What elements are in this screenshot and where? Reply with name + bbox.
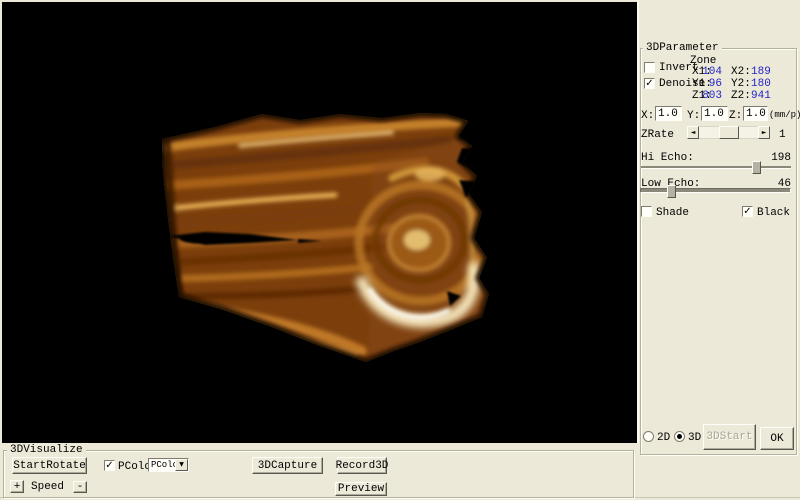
mode-2d-label: 2D [657, 432, 670, 444]
record3d-button[interactable]: Record3D [337, 457, 387, 474]
shade-label: Shade [656, 207, 689, 219]
shade-checkbox[interactable] [641, 206, 652, 217]
volume-3d-render [2, 2, 637, 443]
zone-z2-value: 941 [751, 90, 771, 102]
parameter-groupbox-title: 3DParameter [643, 42, 722, 54]
chevron-down-icon: ▼ [179, 459, 184, 471]
pcolor-dropdown-button[interactable]: ▼ [175, 459, 188, 471]
scale-y-input[interactable] [701, 106, 728, 121]
application-window: 3DParameter Invert ✓ Denoise Zone X1: 10… [0, 0, 800, 500]
zrate-value: 1 [779, 129, 786, 141]
render-viewport[interactable] [2, 2, 637, 443]
scroll-right-icon: ► [762, 127, 767, 139]
zone-z1-value: 803 [702, 90, 722, 102]
zrate-scrollbar-thumb[interactable] [719, 126, 739, 139]
panel-divider [637, 0, 639, 443]
zone-x2-label: X2: [731, 66, 751, 78]
mode-3d-radio[interactable] [674, 431, 685, 442]
low-echo-slider-track[interactable] [640, 188, 791, 193]
check-icon: ✓ [743, 206, 751, 217]
black-label: Black [757, 207, 790, 219]
hi-echo-value: 198 [757, 152, 791, 164]
pcolor-checkbox[interactable]: ✓ [104, 460, 115, 471]
visualize-groupbox-title: 3DVisualize [7, 444, 86, 456]
hi-echo-label: Hi Echo: [641, 152, 694, 164]
pcolor-dropdown-value: PColor [151, 459, 177, 471]
3dstart-button[interactable]: 3DStart [703, 424, 756, 450]
zone-x2-value: 189 [751, 66, 771, 78]
start-rotate-button[interactable]: StartRotate [12, 457, 87, 474]
mode-2d-radio[interactable] [643, 431, 654, 442]
black-checkbox[interactable]: ✓ [742, 206, 753, 217]
zone-y1-value: 96 [702, 78, 722, 90]
scroll-left-icon: ◄ [691, 127, 696, 139]
check-icon: ✓ [105, 460, 113, 471]
scale-z-label: Z: [729, 110, 742, 122]
3dcapture-button[interactable]: 3DCapture [252, 457, 323, 474]
denoise-checkbox[interactable]: ✓ [644, 78, 655, 89]
hi-echo-slider-thumb[interactable] [752, 161, 761, 174]
mode-3d-label: 3D [688, 432, 701, 444]
radio-dot [677, 434, 682, 439]
scale-x-input[interactable] [655, 106, 682, 121]
pcolor-dropdown[interactable]: PColor ▼ [148, 458, 189, 472]
preview-button[interactable]: Preview [335, 482, 387, 496]
zone-x1-value: 104 [702, 66, 722, 78]
scale-x-label: X: [641, 110, 654, 122]
speed-label: Speed [31, 481, 64, 493]
hi-echo-slider-track[interactable] [641, 166, 791, 169]
scale-z-input[interactable] [743, 106, 768, 121]
zone-z2-label: Z2: [731, 90, 751, 102]
zrate-scroll-left-button[interactable]: ◄ [687, 126, 699, 139]
invert-checkbox[interactable] [644, 62, 655, 73]
zrate-label: ZRate [641, 129, 674, 141]
zone-y2-value: 180 [751, 78, 771, 90]
zrate-scroll-right-button[interactable]: ► [758, 126, 770, 139]
speed-minus-button[interactable]: - [73, 481, 87, 493]
zone-y2-label: Y2: [731, 78, 751, 90]
check-icon: ✓ [645, 78, 653, 89]
low-echo-slider-thumb[interactable] [667, 185, 676, 198]
ok-button[interactable]: OK [760, 427, 794, 450]
speed-plus-button[interactable]: + [10, 480, 24, 493]
scale-y-label: Y: [687, 110, 700, 122]
scale-unit-label: (mm/p) [769, 109, 800, 121]
